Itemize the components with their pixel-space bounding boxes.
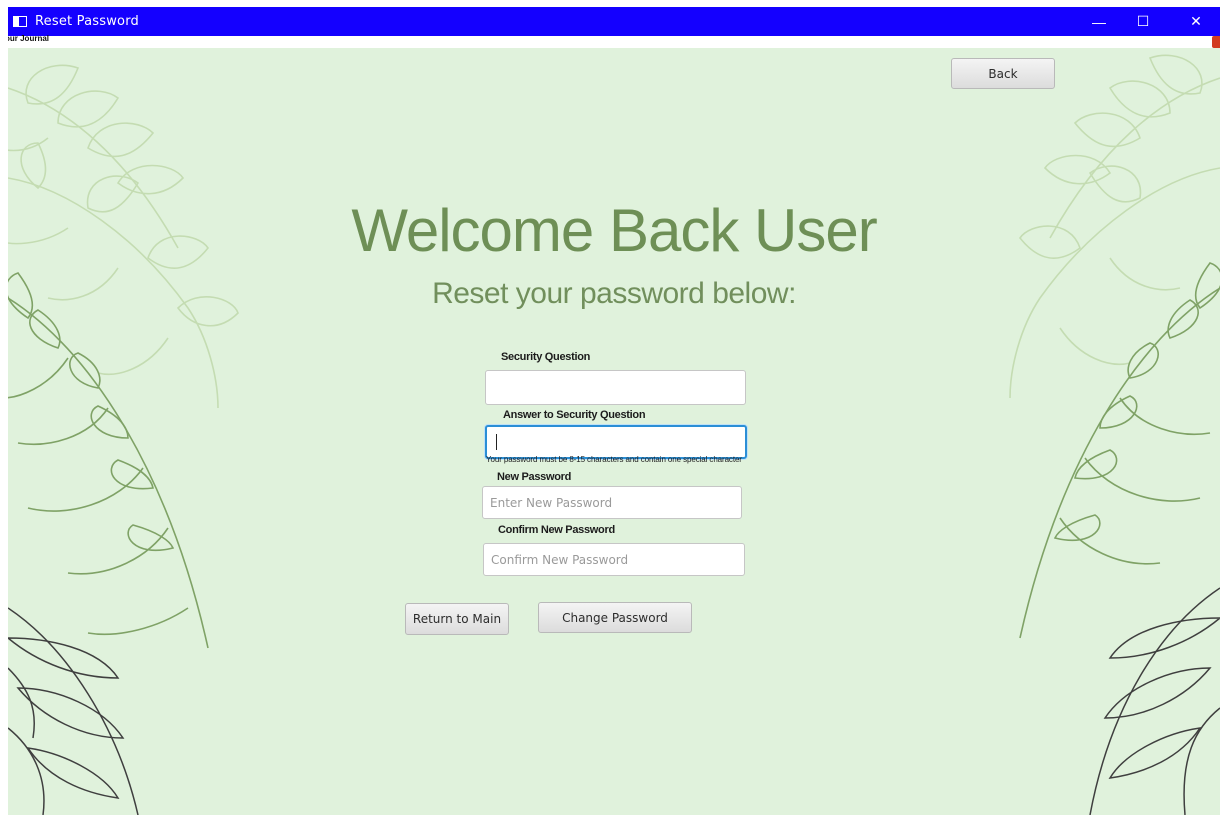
app-window-icon: [13, 16, 27, 27]
maximize-icon[interactable]: ☐: [1121, 7, 1165, 36]
new-password-field[interactable]: [482, 486, 742, 519]
security-answer-field[interactable]: [485, 425, 747, 459]
fern-leaf-icon: [1009, 54, 1220, 815]
title-bar[interactable]: Reset Password — ☐ ✕: [8, 7, 1220, 36]
change-password-button[interactable]: Change Password: [538, 602, 692, 633]
close-icon[interactable]: ✕: [1174, 7, 1218, 36]
notification-badge-icon[interactable]: [1212, 36, 1220, 48]
reset-password-panel: Back Welcome Back User Reset your passwo…: [8, 48, 1220, 815]
fern-leaf-icon: [8, 64, 239, 815]
confirm-password-field[interactable]: [483, 543, 745, 576]
return-to-main-button[interactable]: Return to Main: [405, 603, 509, 635]
security-question-label: Security Question: [501, 351, 591, 363]
password-requirements-hint: Your password must be 8-15 characters an…: [486, 455, 742, 464]
text-cursor: [496, 434, 497, 450]
minimize-icon[interactable]: —: [1077, 7, 1121, 36]
menu-journal-label[interactable]: our Journal: [8, 34, 49, 43]
page-subtitle: Reset your password below:: [432, 277, 796, 310]
window-title: Reset Password: [35, 14, 139, 29]
menu-strip: our Journal: [8, 34, 1220, 48]
security-answer-label: Answer to Security Question: [503, 409, 646, 421]
page-title: Welcome Back User: [351, 197, 877, 264]
back-button[interactable]: Back: [951, 58, 1055, 89]
new-password-label: New Password: [497, 471, 572, 483]
application-window: Reset Password — ☐ ✕ our Journal Back We…: [8, 7, 1220, 815]
confirm-password-label: Confirm New Password: [498, 524, 615, 536]
security-question-field[interactable]: [485, 370, 746, 405]
